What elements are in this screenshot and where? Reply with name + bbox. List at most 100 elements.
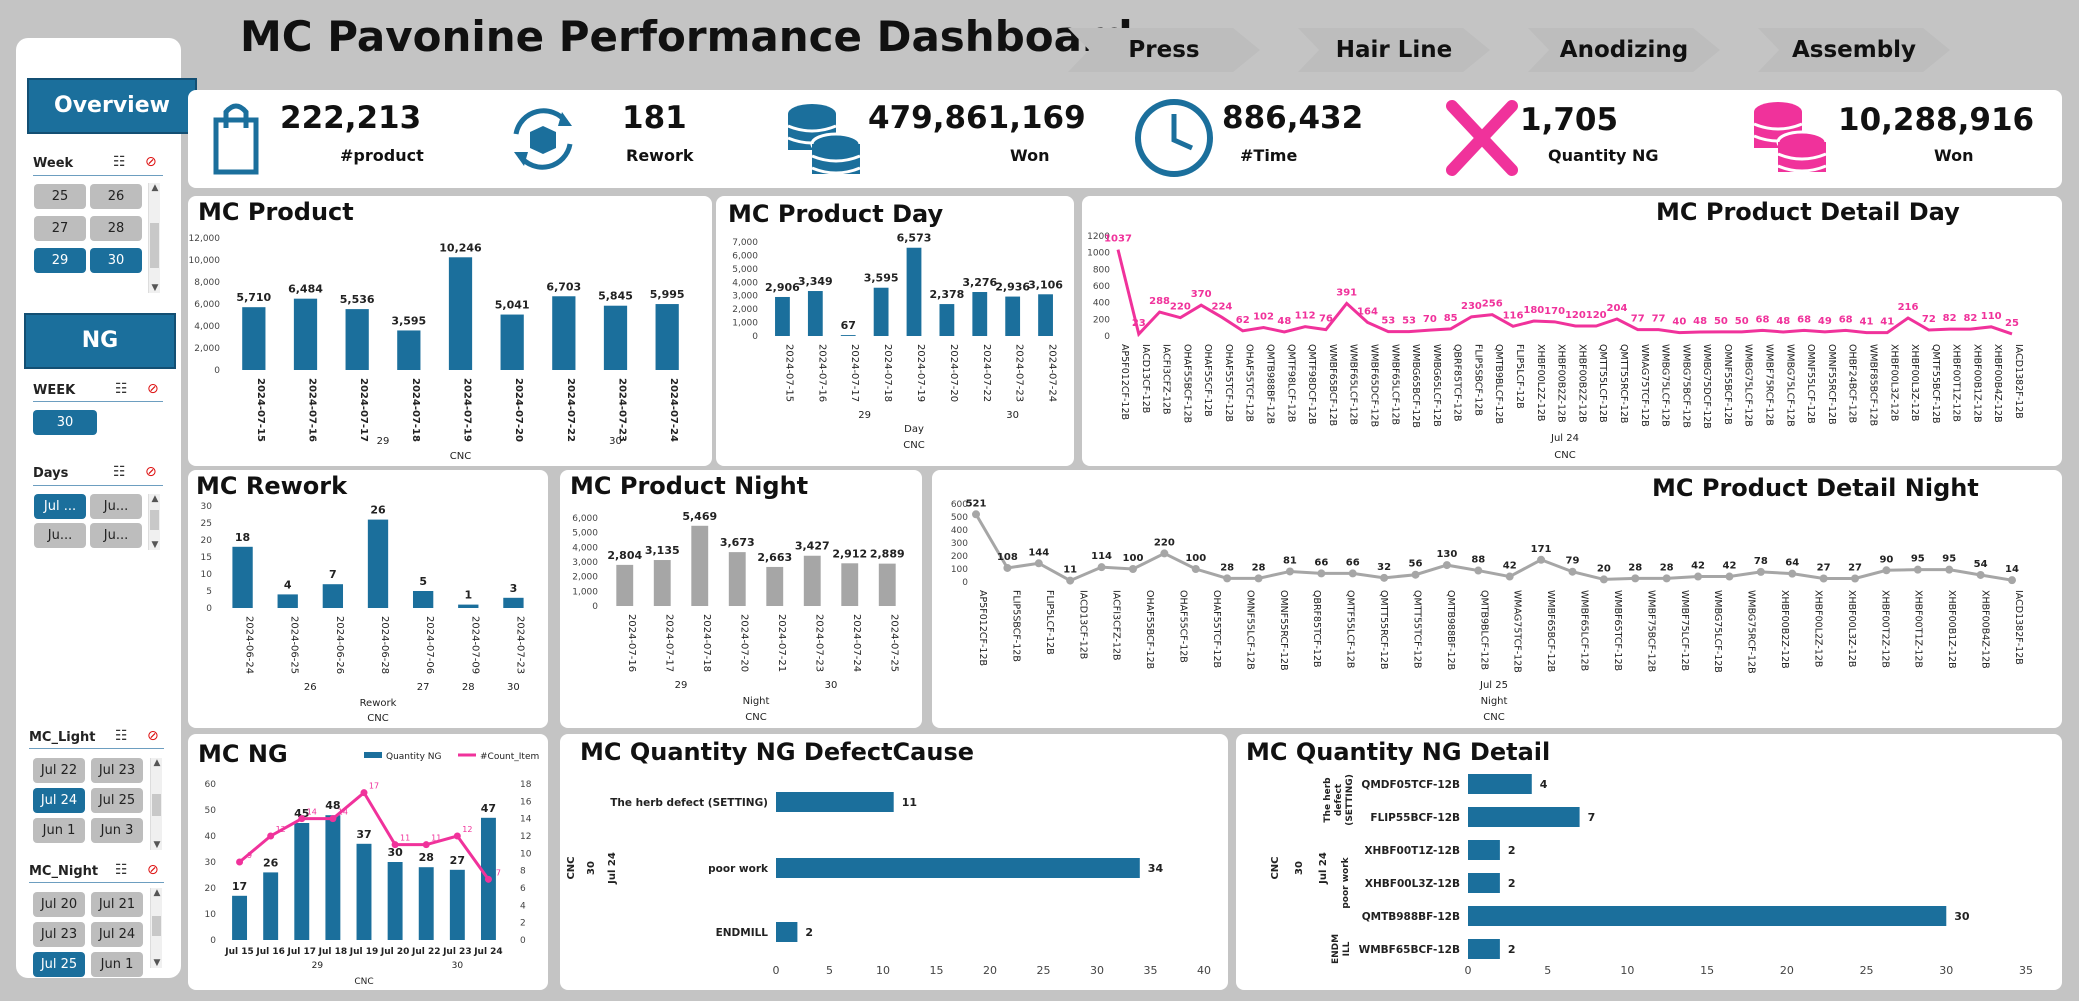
mc-light-tile[interactable]: Jul 24: [33, 788, 85, 813]
mc-night-tile[interactable]: Jul 20: [33, 892, 85, 917]
kpi-rework-value: 181: [622, 100, 687, 136]
x-tick-label: IACD1382F-12B: [2013, 344, 2024, 419]
mc-night-tile[interactable]: Jul 24: [91, 922, 143, 947]
y-tick-label: 7,000: [732, 238, 758, 248]
x-tick-label: XHBF00B1Z-12B: [1971, 344, 1982, 423]
data-point: [1254, 574, 1263, 583]
x-tick-label: OHAF55TCF-12B: [1211, 590, 1222, 668]
y-tick-label: 300: [951, 539, 968, 549]
days-tile[interactable]: Ju...: [90, 523, 142, 548]
x-tick-label: 2024-07-17: [358, 378, 369, 442]
x-tick-label: OHBF24BCF-12B: [1847, 344, 1858, 423]
multiselect-icon[interactable]: ☷: [115, 728, 128, 744]
panel-title: MC Quantity NG DefectCause: [580, 738, 975, 766]
x-tick-label: QBRF85TCF-12B: [1311, 590, 1322, 668]
data-label: 95: [1911, 554, 1925, 565]
chart-svg: 0 5 10 15 20 25 30 35 4 QMDF05TCF-12B 7 FLIP55BCF-1…: [1270, 774, 2033, 977]
week-tile[interactable]: 28: [90, 216, 142, 241]
data-label: 47: [481, 802, 496, 815]
ng-button[interactable]: NG: [24, 313, 176, 369]
clear-filter-icon[interactable]: ⊘: [145, 464, 157, 480]
data-label: 50: [1714, 316, 1728, 327]
nav-anodizing-button[interactable]: Anodizing: [1528, 28, 1720, 72]
y-tick-label: 10: [205, 910, 217, 920]
clear-filter-icon[interactable]: ⊘: [145, 154, 157, 170]
x-tick-label: WMBF75RCF-12B: [1764, 344, 1775, 426]
week-tile[interactable]: 30: [90, 248, 142, 273]
overview-button[interactable]: Overview: [27, 78, 197, 134]
week-slicer-scrollbar[interactable]: ▲ ▼: [148, 183, 160, 293]
cause-group-label: The herbdefect(SETTING): [1323, 774, 1355, 826]
mc-night-tile[interactable]: Jul 21: [91, 892, 143, 917]
data-label: 14: [307, 808, 317, 817]
clear-filter-icon[interactable]: ⊘: [147, 862, 159, 878]
mc-light-slicer-scrollbar[interactable]: ▲ ▼: [150, 758, 162, 850]
y-tick-label: 600: [1093, 282, 1110, 292]
data-label: 171: [1531, 544, 1552, 555]
bar: [840, 335, 856, 336]
days-tile[interactable]: Ju...: [34, 523, 86, 548]
data-label: 76: [1319, 314, 1333, 325]
data-label: 26: [263, 856, 279, 869]
week-tile[interactable]: 29: [34, 248, 86, 273]
ng-week-tile[interactable]: 30: [33, 410, 97, 435]
mc-night-slicer-scrollbar[interactable]: ▲ ▼: [150, 888, 162, 968]
mc-night-tile[interactable]: Jun 1: [91, 952, 143, 977]
group-label: 30: [507, 682, 520, 693]
week-tile[interactable]: 26: [90, 184, 142, 209]
x-tick-label: 15: [1700, 964, 1714, 977]
bar: [873, 287, 889, 336]
group-label: 30: [609, 436, 622, 447]
axis-label: Jul 25: [1479, 680, 1508, 691]
bar: [878, 563, 896, 606]
days-slicer-scrollbar[interactable]: ▲ ▼: [148, 494, 160, 550]
mc-night-tile[interactable]: Jul 25: [33, 952, 85, 977]
mc-light-tile[interactable]: Jul 23: [91, 758, 143, 783]
mc-product-day-panel: 0 1,000 2,000 3,000 4,000 5,000 6,000 7,000 2,90…: [716, 196, 1074, 466]
week-tile[interactable]: 25: [34, 184, 86, 209]
ng-week-slicer-label: WEEK: [33, 383, 76, 398]
data-label: 3,595: [391, 314, 426, 327]
x-tick-label: 2024-07-16: [626, 614, 637, 672]
week-tile[interactable]: 27: [34, 216, 86, 241]
axis-label: CNC: [450, 451, 471, 462]
nav-press-button[interactable]: Press: [1068, 28, 1260, 72]
x-tick-label: XHBF00L3Z-12B: [1888, 344, 1899, 421]
x-tick-label: FLIP5SBCF-12B: [1010, 590, 1021, 662]
x-tick-label: 2024-07-19: [915, 344, 926, 402]
data-label: 68: [1756, 314, 1770, 325]
bar: [552, 296, 576, 370]
data-label: 9: [247, 851, 252, 860]
data-label: 3,135: [645, 544, 680, 557]
mc-light-tile[interactable]: Jul 25: [91, 788, 143, 813]
x-tick-label: WMBF85BCF-12B: [1867, 344, 1878, 426]
multiselect-icon[interactable]: ☷: [113, 154, 126, 170]
mc-quantity-ng-detail-panel: 0 5 10 15 20 25 30 35 4 QMDF05TCF-12B 7 FLIP55BCF-1…: [1236, 734, 2062, 990]
mc-light-tile[interactable]: Jun 1: [33, 818, 85, 843]
mc-night-tile[interactable]: Jul 23: [33, 922, 85, 947]
axis-label: Day: [904, 424, 924, 435]
mc-light-tile[interactable]: Jul 22: [33, 758, 85, 783]
multiselect-icon[interactable]: ☷: [115, 381, 128, 397]
multiselect-icon[interactable]: ☷: [115, 862, 128, 878]
nav-assembly-button[interactable]: Assembly: [1758, 28, 1950, 72]
days-tile[interactable]: Ju...: [90, 494, 142, 519]
clear-filter-icon[interactable]: ⊘: [147, 728, 159, 744]
days-tile[interactable]: Jul ...: [34, 494, 86, 519]
y-tick-label: 12,000: [189, 234, 221, 244]
mc-light-slicer-label: MC_Light: [29, 730, 96, 745]
multiselect-icon[interactable]: ☷: [113, 464, 126, 480]
panel-title: MC Product: [198, 198, 354, 226]
bar: [1468, 906, 1947, 926]
x-tick-label: Jul 20: [380, 947, 410, 957]
mc-light-tile[interactable]: Jun 3: [91, 818, 143, 843]
nav-hair-line-button[interactable]: Hair Line: [1298, 28, 1490, 72]
data-label: 2: [1508, 844, 1516, 857]
bar: [345, 309, 369, 370]
kpi-strip: 222,213 #product 181 Rework 479,861,169 …: [188, 90, 2062, 188]
data-label: 72: [1922, 314, 1936, 325]
data-label: 2,936: [995, 281, 1030, 294]
data-label: 77: [1631, 314, 1645, 325]
data-label: 77: [1652, 314, 1666, 325]
clear-filter-icon[interactable]: ⊘: [147, 381, 159, 397]
